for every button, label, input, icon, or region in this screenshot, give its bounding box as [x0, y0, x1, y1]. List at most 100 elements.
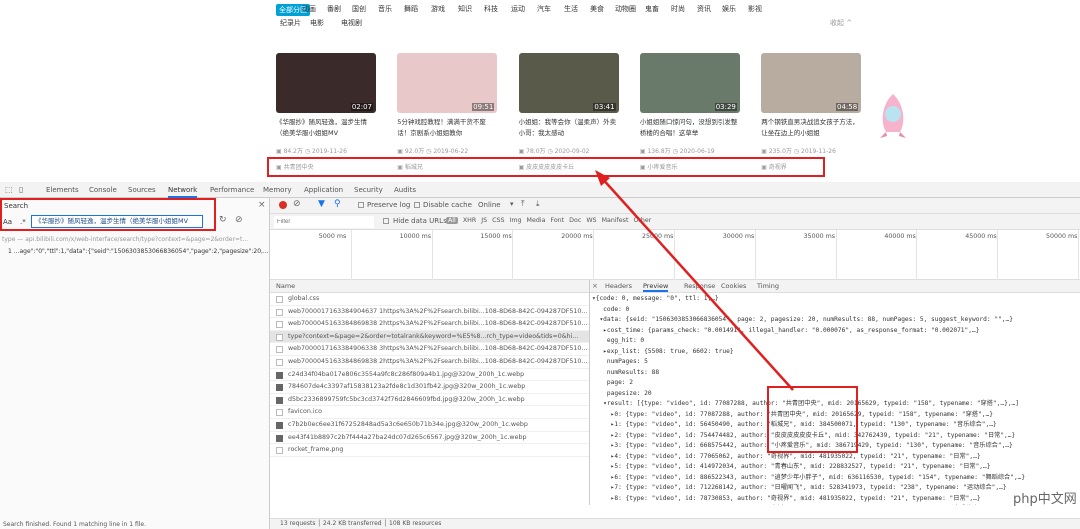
category-1[interactable]: 动画 — [302, 4, 316, 14]
category-17[interactable]: 娱乐 — [722, 4, 736, 14]
devtools-tab-security[interactable]: Security — [354, 186, 383, 194]
close-detail-icon[interactable]: × — [592, 282, 598, 290]
video-thumbnail[interactable]: 03:29 — [639, 53, 740, 113]
request-row[interactable]: web7000017163384904637 1https%3A%2F%2Fse… — [270, 306, 589, 319]
devtools-tab-memory[interactable]: Memory — [263, 186, 291, 194]
video-card[interactable]: 03:29 小姐姐随口惊问句，没想到引发整桥楼的合唱！这草举 ▣ 136.8万 ◷ … — [639, 53, 740, 155]
detail-tab-response[interactable]: Response — [684, 282, 715, 290]
type-filter-manifest[interactable]: Manifest — [602, 217, 629, 224]
category-5[interactable]: 舞蹈 — [404, 4, 418, 14]
type-filter-xhr[interactable]: XHR — [463, 217, 476, 224]
type-filter-font[interactable]: Font — [550, 217, 564, 224]
request-row[interactable]: web7000045163384869838 2https%3A%2F%2Fse… — [270, 318, 589, 331]
refresh-icon[interactable]: ↻ — [219, 215, 227, 225]
request-row[interactable]: rocket_frame.png — [270, 444, 589, 457]
record-icon[interactable] — [279, 201, 287, 209]
type-filter-other[interactable]: Other — [633, 217, 651, 224]
hide-data-urls-checkbox[interactable] — [383, 218, 389, 224]
name-column-header[interactable]: Name — [270, 280, 589, 293]
video-thumbnail[interactable]: 03:41 — [518, 53, 619, 113]
export-har-icon[interactable]: ⤓ — [536, 199, 540, 209]
devtools-tab-elements[interactable]: Elements — [46, 186, 79, 194]
category-9[interactable]: 运动 — [511, 4, 525, 14]
video-card[interactable]: 03:41 小姐姐：我等会你（温柔声）外卖小哥：我太感动 ▣ 78.0万 ◷ 202… — [518, 53, 619, 155]
device-toggle-icon[interactable]: ▯ — [19, 185, 23, 194]
category-16[interactable]: 资讯 — [697, 4, 711, 14]
throttle-select[interactable]: Online — [478, 201, 501, 209]
json-line[interactable]: ▸8: {type: "video", id: 78730853, author… — [592, 494, 1078, 505]
category-4[interactable]: 音乐 — [378, 4, 392, 14]
disable-cache-checkbox[interactable] — [414, 202, 420, 208]
video-title[interactable]: 《华服抄》随风轻逸，温步生情（绝美华服小姐姐MV — [276, 117, 376, 141]
category-3[interactable]: 国创 — [352, 4, 366, 14]
json-line[interactable]: ▸exp_list: {5508: true, 6602: true} — [592, 347, 1078, 358]
search-result-file[interactable]: type — api.bilibili.com/x/web-interface/… — [2, 236, 268, 243]
type-filter-js[interactable]: JS — [481, 217, 487, 224]
request-row[interactable]: web7000045163384869838 2https%3A%2F%2Fse… — [270, 356, 589, 369]
category-11[interactable]: 生活 — [564, 4, 578, 14]
json-line[interactable]: ▸7: {type: "video", id: 712268142, autho… — [592, 483, 1078, 494]
category-12[interactable]: 美食 — [590, 4, 604, 14]
request-row[interactable]: web7000017163384906338 3https%3A%2F%2Fse… — [270, 343, 589, 356]
import-har-icon[interactable]: ⤒ — [521, 199, 525, 209]
json-line[interactable]: numResults: 88 — [592, 368, 1078, 379]
devtools-tab-console[interactable]: Console — [89, 186, 117, 194]
detail-tab-cookies[interactable]: Cookies — [721, 282, 746, 290]
inspect-icon[interactable]: ⬚ — [5, 185, 13, 194]
video-title[interactable]: 两个钢铁直男决战追女孩子方法，让坐在边上的小姐姐 — [761, 117, 861, 141]
category-row2-0[interactable]: 纪录片 — [280, 18, 301, 28]
request-row[interactable]: c7b2b0ec6ee31f67252848ad5a3c6e650b71b34e… — [270, 419, 589, 432]
category-6[interactable]: 游戏 — [431, 4, 445, 14]
filter-icon[interactable]: ▼ — [318, 199, 325, 209]
category-2[interactable]: 番剧 — [327, 4, 341, 14]
video-card[interactable]: 09:51 5分钟戏腔教程！满满干货不废话！京剧系小姐姐教你 ▣ 92.0万 ◷ 2… — [397, 53, 498, 155]
json-line[interactable]: code: 0 — [592, 305, 1078, 316]
category-10[interactable]: 汽车 — [537, 4, 551, 14]
chevron-down-icon[interactable]: ▾ — [510, 200, 514, 208]
json-line[interactable]: ▾{code: 0, message: "0", ttl: 1,…} — [592, 294, 1078, 305]
request-row[interactable]: 784607de4c3397af15838123a2fde8c1d301fb42… — [270, 381, 589, 394]
type-filter-ws[interactable]: WS — [586, 217, 596, 224]
devtools-tab-network[interactable]: Network — [168, 186, 198, 198]
video-title[interactable]: 5分钟戏腔教程！满满干货不废话！京剧系小姐姐教你 — [397, 117, 497, 141]
type-filter-doc[interactable]: Doc — [569, 217, 581, 224]
json-line[interactable]: ▸4: {type: "video", id: 77065062, author… — [592, 452, 1078, 463]
category-13[interactable]: 动物圈 — [615, 4, 636, 14]
devtools-tab-sources[interactable]: Sources — [128, 186, 156, 194]
category-row2-2[interactable]: 电视剧 — [341, 18, 362, 28]
category-15[interactable]: 时尚 — [671, 4, 685, 14]
type-filter-media[interactable]: Media — [527, 217, 546, 224]
category-14[interactable]: 鬼畜 — [645, 4, 659, 14]
category-18[interactable]: 影视 — [748, 4, 762, 14]
search-result-line[interactable]: 1 ...age":"0","ttl":1,"data":{"seid":"15… — [8, 248, 270, 255]
json-line[interactable]: egg_hit: 0 — [592, 336, 1078, 347]
category-7[interactable]: 知识 — [458, 4, 472, 14]
type-filter-css[interactable]: CSS — [492, 217, 504, 224]
video-title[interactable]: 小姐姐随口惊问句，没想到引发整桥楼的合唱！这草举 — [640, 117, 740, 141]
request-row[interactable]: ee43f41b8897c2b7f444a27ba24dc07d265c6567… — [270, 432, 589, 445]
clear-icon[interactable]: ⊘ — [235, 215, 243, 225]
category-8[interactable]: 科技 — [484, 4, 498, 14]
video-card[interactable]: 02:07 《华服抄》随风轻逸，温步生情（绝美华服小姐姐MV ▣ 84.2万 ◷ 2… — [276, 53, 376, 155]
json-line[interactable]: ▸9: {type: "video", id: 24735108, author… — [592, 504, 1078, 505]
video-thumbnail[interactable]: 02:07 — [276, 53, 376, 113]
request-row[interactable]: c24d34f04ba017e806c3554a9fc8c286f809a4b1… — [270, 369, 589, 382]
json-line[interactable]: ▾data: {seid: "1506303853066836054", pag… — [592, 315, 1078, 326]
request-row[interactable]: global.css — [270, 293, 589, 306]
collapse-button[interactable]: 收起 ^ — [830, 18, 852, 28]
filter-input[interactable] — [274, 216, 374, 228]
video-title[interactable]: 小姐姐：我等会你（温柔声）外卖小哥：我太感动 — [519, 117, 619, 141]
category-row2-1[interactable]: 电影 — [310, 18, 324, 28]
detail-tab-headers[interactable]: Headers — [605, 282, 632, 290]
request-row[interactable]: favicon.ico — [270, 406, 589, 419]
preserve-log-checkbox[interactable] — [358, 202, 364, 208]
video-card[interactable]: 04:58 两个钢铁直男决战追女孩子方法，让坐在边上的小姐姐 ▣ 235.0万 ◷ … — [761, 53, 862, 155]
devtools-tab-performance[interactable]: Performance — [210, 186, 254, 194]
video-thumbnail[interactable]: 09:51 — [397, 53, 498, 113]
search-icon[interactable]: ⚲ — [334, 199, 341, 209]
request-row[interactable]: type?context=&page=2&order=totalrank&key… — [270, 330, 589, 344]
detail-tab-timing[interactable]: Timing — [757, 282, 779, 290]
rocket-icon[interactable] — [872, 92, 914, 140]
json-line[interactable]: numPages: 5 — [592, 357, 1078, 368]
json-line[interactable]: ▸5: {type: "video", id: 414972034, autho… — [592, 462, 1078, 473]
